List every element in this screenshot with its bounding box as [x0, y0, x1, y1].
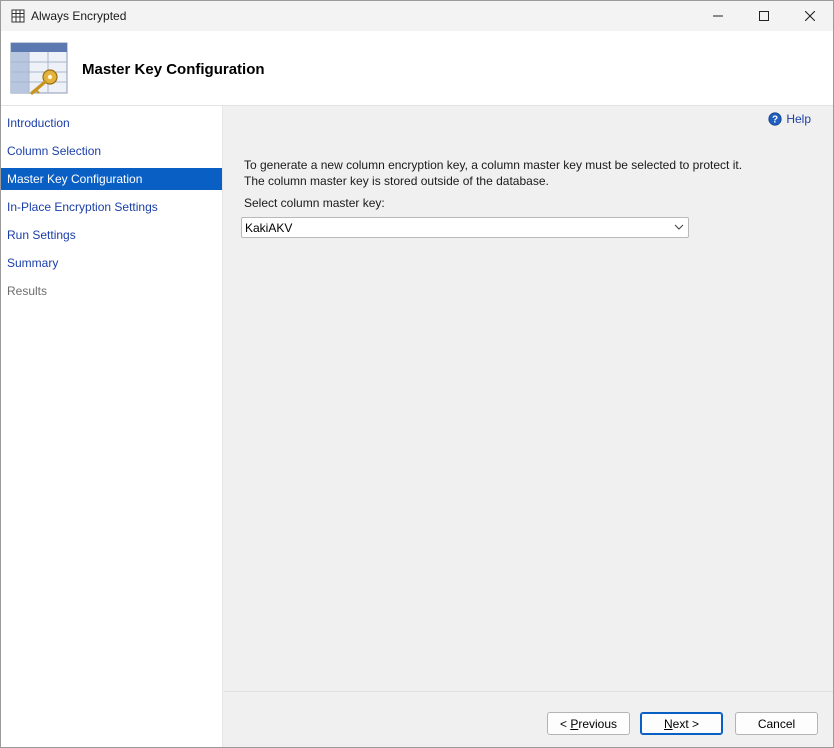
- select-value: KakiAKV: [245, 221, 293, 235]
- sidebar-item-master-key-configuration[interactable]: Master Key Configuration: [1, 168, 222, 190]
- help-label: Help: [786, 112, 811, 126]
- maximize-icon: [759, 11, 769, 21]
- wizard-header: Master Key Configuration: [1, 31, 833, 106]
- sidebar-item-results: Results: [7, 284, 48, 298]
- close-button[interactable]: [787, 1, 833, 31]
- sidebar-item-in-place-encryption-settings[interactable]: In-Place Encryption Settings: [1, 196, 222, 218]
- description-text: To generate a new column encryption key,…: [244, 158, 743, 188]
- column-master-key-select[interactable]: KakiAKV: [241, 217, 689, 238]
- wizard-nav: Introduction Column Selection Master Key…: [1, 106, 223, 747]
- next-rest: ext >: [672, 716, 700, 731]
- svg-text:?: ?: [772, 115, 778, 126]
- next-button[interactable]: Next >: [640, 712, 723, 735]
- title-bar[interactable]: Always Encrypted: [1, 1, 833, 31]
- help-circle-icon: ?: [768, 112, 782, 126]
- sidebar-item-run-settings[interactable]: Run Settings: [1, 224, 222, 246]
- chevron-down-icon: [674, 224, 684, 230]
- minimize-icon: [713, 15, 723, 17]
- sidebar-item-summary[interactable]: Summary: [1, 252, 222, 274]
- page-title: Master Key Configuration: [82, 61, 265, 78]
- close-icon: [805, 11, 815, 21]
- wizard-window: Always Encrypted Master Key Configuratio…: [0, 0, 834, 748]
- previous-prefix: <: [559, 716, 571, 731]
- window-title: Always Encrypted: [31, 9, 127, 23]
- help-link[interactable]: ? Help: [768, 112, 811, 126]
- table-grid-icon: [11, 9, 25, 23]
- select-master-key-label: Select column master key:: [244, 196, 385, 210]
- previous-button[interactable]: < Previous: [547, 712, 630, 735]
- table-key-icon: [10, 42, 68, 95]
- main-panel: ? Help To generate a new column encrypti…: [224, 106, 833, 747]
- minimize-button[interactable]: [695, 1, 741, 31]
- cancel-button[interactable]: Cancel: [735, 712, 818, 735]
- previous-rest: revious: [578, 716, 618, 731]
- previous-mnemonic: P: [570, 716, 579, 731]
- next-mnemonic: N: [663, 716, 673, 731]
- footer-divider: [224, 691, 833, 692]
- maximize-button[interactable]: [741, 1, 787, 31]
- sidebar-item-column-selection[interactable]: Column Selection: [1, 140, 222, 162]
- sidebar-item-introduction[interactable]: Introduction: [1, 112, 222, 134]
